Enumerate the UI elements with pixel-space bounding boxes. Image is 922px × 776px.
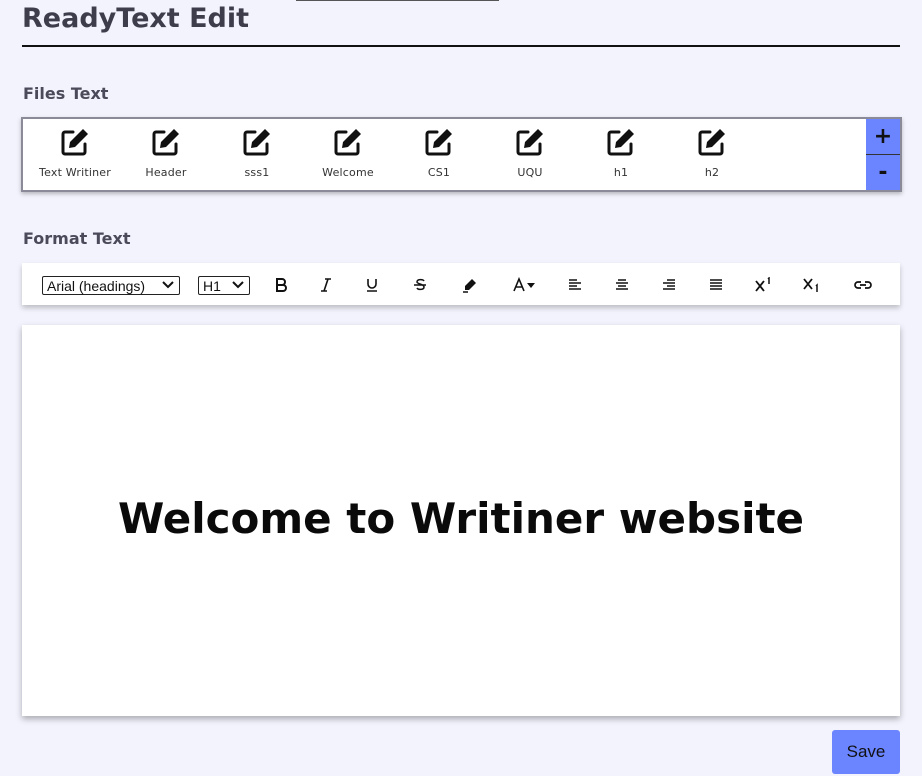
file-item-label: h1 xyxy=(613,166,629,179)
font-family-select[interactable]: Arial (headings) xyxy=(42,276,180,295)
heading-level-select[interactable]: H1 xyxy=(198,276,250,295)
align-right-icon xyxy=(663,279,675,290)
bold-icon xyxy=(276,278,287,292)
edit-icon xyxy=(607,129,634,156)
align-justify-icon xyxy=(710,279,722,290)
top-divider xyxy=(296,0,499,1)
edit-icon xyxy=(516,129,543,156)
link-icon xyxy=(854,281,872,289)
strikethrough-icon xyxy=(414,278,426,291)
app-title: ReadyText Edit xyxy=(22,3,250,34)
italic-button[interactable] xyxy=(313,274,339,296)
file-item[interactable]: Text Writiner xyxy=(30,125,120,187)
save-button[interactable]: Save xyxy=(832,730,900,774)
add-file-button[interactable]: + xyxy=(866,119,900,155)
align-center-icon xyxy=(616,279,628,290)
superscript-icon xyxy=(755,277,770,292)
files-panel: Text Writiner Header sss1 Welcome CS1 UQU h1 h2… xyxy=(21,117,902,192)
font-family-value: Arial (headings) xyxy=(47,277,146,294)
file-item-label: Text Writiner xyxy=(39,166,111,179)
align-left-icon xyxy=(569,279,581,290)
editor-heading: Welcome to Writiner website xyxy=(117,494,805,543)
chevron-down-icon xyxy=(162,281,174,289)
superscript-button[interactable] xyxy=(751,274,777,296)
align-center-button[interactable] xyxy=(609,274,635,296)
file-item-label: sss1 xyxy=(244,166,270,179)
bold-button[interactable] xyxy=(268,274,294,296)
subscript-icon xyxy=(803,278,818,292)
format-toolbar: Arial (headings) H1 xyxy=(22,263,900,305)
file-item[interactable]: h2 xyxy=(667,125,757,187)
file-item[interactable]: Welcome xyxy=(303,125,393,187)
files-section-label: Files Text xyxy=(23,84,109,103)
underline-button[interactable] xyxy=(359,274,385,296)
highlighter-icon xyxy=(463,279,476,293)
subscript-button[interactable] xyxy=(799,274,825,296)
underline-icon xyxy=(367,279,377,292)
align-justify-button[interactable] xyxy=(703,274,729,296)
strikethrough-button[interactable] xyxy=(407,274,433,296)
align-left-button[interactable] xyxy=(562,274,588,296)
file-item[interactable]: CS1 xyxy=(394,125,484,187)
file-item-label: Welcome xyxy=(322,166,374,179)
edit-icon xyxy=(152,129,179,156)
edit-icon xyxy=(698,129,725,156)
highlight-button[interactable] xyxy=(457,274,483,296)
file-item[interactable]: sss1 xyxy=(212,125,302,187)
edit-icon xyxy=(425,129,452,156)
chevron-down-icon xyxy=(232,281,244,289)
title-underline xyxy=(22,45,900,47)
format-section-label: Format Text xyxy=(23,229,131,248)
font-color-icon xyxy=(513,277,535,292)
italic-icon xyxy=(321,278,331,292)
file-item-label: UQU xyxy=(517,166,543,179)
text-editor-area[interactable]: Welcome to Writiner website xyxy=(22,325,900,716)
file-item[interactable]: Header xyxy=(121,125,211,187)
file-item[interactable]: h1 xyxy=(576,125,666,187)
link-button[interactable] xyxy=(850,274,876,296)
remove-file-button[interactable]: - xyxy=(866,155,900,190)
align-right-button[interactable] xyxy=(656,274,682,296)
edit-icon xyxy=(334,129,361,156)
file-item-label: Header xyxy=(145,166,187,179)
edit-icon xyxy=(243,129,270,156)
font-color-button[interactable] xyxy=(510,274,540,296)
file-item[interactable]: UQU xyxy=(485,125,575,187)
file-item-label: CS1 xyxy=(427,166,451,179)
file-item-label: h2 xyxy=(704,166,720,179)
edit-icon xyxy=(61,129,88,156)
heading-level-value: H1 xyxy=(203,277,221,294)
